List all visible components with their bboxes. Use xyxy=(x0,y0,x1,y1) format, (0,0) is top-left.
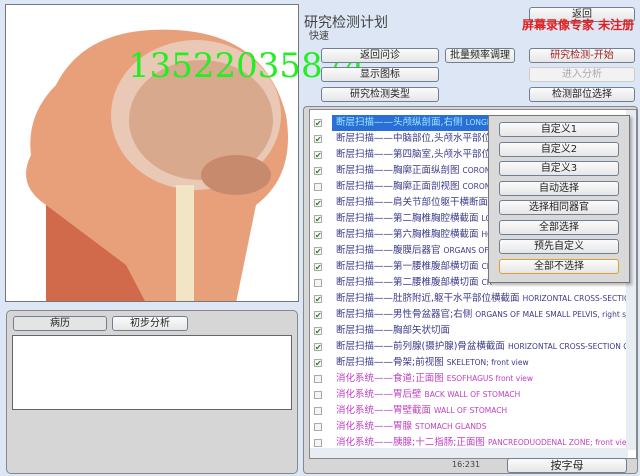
checkbox[interactable]: ✔ xyxy=(314,359,322,368)
checkbox[interactable]: ✔ xyxy=(314,247,322,256)
back-consult-button[interactable]: 返回问诊 xyxy=(321,48,439,63)
list-item-label: 断层扫描——胸廓正面纵剖图 CORONAL xyxy=(336,165,500,176)
checkbox[interactable]: ✔ xyxy=(314,215,322,224)
list-item[interactable]: ✔ 断层扫描——肚脐附近,躯干水平部位横截面 HORIZONTAL CROSS-S… xyxy=(310,291,636,307)
list-item[interactable]: ✔ 断层扫描——骨架;前视图 SKELETON; front view xyxy=(310,355,628,371)
detect-type-button[interactable]: 研究检测类型 xyxy=(321,87,439,102)
tab-preliminary-analysis[interactable]: 初步分析 xyxy=(112,316,188,331)
enter-analysis-button[interactable]: 进入分析 xyxy=(529,67,635,82)
checkbox[interactable]: ✔ xyxy=(314,167,322,176)
list-item-label: 断层扫描——中脑部位,头颅水平部位 xyxy=(336,133,492,144)
list-item-label: 断层扫描——腹膜后器官 ORGANS OF xyxy=(336,245,489,256)
list-item-label: 断层扫描——胸部矢状切面 xyxy=(336,325,451,336)
context-menu: 自定义1 自定义2 自定义3 自动选择选择相同器官 全部选择预先自定义全部不选择 xyxy=(488,115,630,283)
list-item-label: 断层扫描——骨架;前视图 SKELETON; front view xyxy=(336,357,529,368)
status-count: 16:231 xyxy=(452,460,481,469)
horizontal-scrollbar[interactable] xyxy=(310,448,628,458)
list-item[interactable]: 消化系统——食道;正面图 ESOFHAGUS front view xyxy=(310,371,628,387)
list-item-label: 消化系统——胃壁截面 WALL OF STOMACH xyxy=(336,405,508,416)
checkbox[interactable] xyxy=(314,183,322,191)
list-item[interactable]: 消化系统——胃后壁 BACK WALL OF STOMACH xyxy=(310,387,628,403)
checkbox[interactable] xyxy=(314,407,322,415)
notes-textarea[interactable] xyxy=(12,335,292,410)
batch-freq-button[interactable]: 批量频率调理 xyxy=(445,48,515,63)
list-item[interactable]: 消化系统——胃腺 STOMACH GLANDS xyxy=(310,419,628,435)
by-letter-button[interactable]: 按字母 xyxy=(507,458,627,473)
menu-item[interactable]: 自定义1 xyxy=(499,122,619,137)
start-detect-button[interactable]: 研究检测-开始 xyxy=(529,48,635,63)
list-item-label: 断层扫描——第一腰椎腹部横切面 CR xyxy=(336,261,492,272)
checkbox[interactable]: ✔ xyxy=(314,231,322,240)
show-icons-button[interactable]: 显示图标 xyxy=(321,67,439,82)
list-item[interactable]: ✔ 断层扫描——胸部矢状切面 xyxy=(310,323,628,339)
checkbox[interactable]: ✔ xyxy=(314,311,322,320)
list-item-label: 消化系统——胃后壁 BACK WALL OF STOMACH xyxy=(336,389,521,400)
list-item-label: 断层扫描——第二胸椎胸腔横截面 LO xyxy=(336,213,492,224)
checkbox[interactable]: ✔ xyxy=(314,151,322,160)
list-item-label: 断层扫描——第二腰椎腹部横切面 CR xyxy=(336,277,492,288)
checkbox[interactable]: ✔ xyxy=(314,327,322,336)
menu-item[interactable]: 自定义3 xyxy=(499,161,619,176)
checkbox[interactable]: ✔ xyxy=(314,199,322,208)
checkbox[interactable] xyxy=(314,279,322,287)
checkbox[interactable]: ✔ xyxy=(314,343,322,352)
list-item-label: 消化系统——胃腺 STOMACH GLANDS xyxy=(336,421,487,432)
menu-item[interactable]: 自定义2 xyxy=(499,141,619,157)
menu-item[interactable]: 选择相同器官 xyxy=(499,200,619,215)
checkbox[interactable] xyxy=(314,375,322,383)
menu-item[interactable]: 自动选择 xyxy=(499,180,619,196)
list-item-label: 断层扫描——肚脐附近,躯干水平部位横截面 HORIZONTAL CROSS-SE… xyxy=(336,293,636,304)
list-item-label: 断层扫描——肩关节部位躯干横断面 xyxy=(336,197,489,208)
menu-item[interactable]: 全部选择 xyxy=(499,219,619,235)
list-item-label: 断层扫描——第六胸椎胸腔横截面 HO xyxy=(336,229,493,240)
list-item[interactable]: ✔ 断层扫描——男性骨盆器官;右侧 ORGANS OF MALE SMALL PE… xyxy=(310,307,636,323)
page-subtitle: 快速 xyxy=(309,31,329,42)
detect-part-button[interactable]: 检测部位选择 xyxy=(529,87,635,102)
list-item-label: 断层扫描——男性骨盆器官;右侧 ORGANS OF MALE SMALL PEL… xyxy=(336,309,637,320)
checkbox[interactable]: ✔ xyxy=(314,135,322,144)
menu-item[interactable]: 预先自定义 xyxy=(499,239,619,254)
checkbox[interactable] xyxy=(314,423,322,431)
list-item-label: 断层扫描——胸廓正面剖视图 CORONAL xyxy=(336,181,500,192)
checkbox[interactable]: ✔ xyxy=(314,119,322,128)
checkbox[interactable]: ✔ xyxy=(314,263,322,272)
checkbox[interactable]: ✔ xyxy=(314,295,322,304)
list-item-label: 消化系统——食道;正面图 ESOFHAGUS front view xyxy=(336,373,534,384)
list-item-label: 断层扫描——前列腺(摄护腺)骨盆横截面 HORIZONTAL CROSS-SEC… xyxy=(336,341,634,352)
tab-medical-record[interactable]: 病历 xyxy=(13,316,107,331)
checkbox[interactable] xyxy=(314,391,322,399)
list-item-label: 断层扫描——第四脑室,头颅水平部位 xyxy=(336,149,492,160)
list-item[interactable]: ✔ 断层扫描——前列腺(摄护腺)骨盆横截面 HORIZONTAL CROSS-SE… xyxy=(310,339,634,355)
menu-item[interactable]: 全部不选择 xyxy=(499,258,619,274)
left-panel: 病历 初步分析 xyxy=(6,310,298,474)
checkbox[interactable] xyxy=(314,439,322,447)
watermark-text: 屏幕录像专家 未注册 xyxy=(522,18,635,32)
list-item[interactable]: 消化系统——胃壁截面 WALL OF STOMACH xyxy=(310,403,628,419)
